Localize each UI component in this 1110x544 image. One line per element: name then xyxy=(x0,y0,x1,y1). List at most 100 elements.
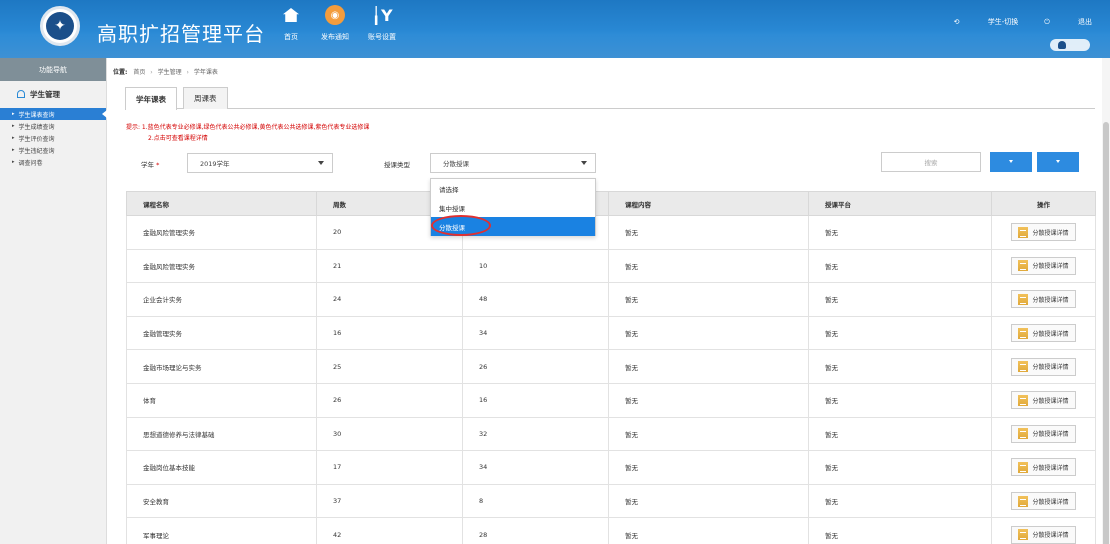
sidebar-item-survey[interactable]: 调查问卷 xyxy=(0,156,106,168)
weeks-cell: 24 xyxy=(316,282,463,317)
chevron-down-icon xyxy=(581,161,587,165)
distributed-teaching-detail-button[interactable]: 分散授课详情 xyxy=(1011,458,1076,477)
distributed-teaching-detail-button[interactable]: 分散授课详情 xyxy=(1011,290,1076,309)
tools-icon: ╽Y xyxy=(371,5,393,25)
nav-publish-label: 发布通知 xyxy=(321,33,349,41)
platform-cell: 暂无 xyxy=(808,248,992,284)
table-row: 军事理论 42 28 暂无 暂无 分散授课详情 xyxy=(126,517,1096,544)
crumb-current: 学年课表 xyxy=(193,69,218,76)
distributed-teaching-detail-button[interactable]: 分散授课详情 xyxy=(1011,525,1076,544)
sidebar-item-grades[interactable]: 学生成绩查询 xyxy=(0,120,106,132)
course-name-cell: 金融市场理论与实务 xyxy=(126,349,317,384)
table-row: 金融市场理论与实务 25 26 暂无 暂无 分散授课详情 xyxy=(126,349,1096,384)
course-name-cell: 企业会计实务 xyxy=(126,282,317,317)
page-scrollbar[interactable] xyxy=(1102,58,1110,544)
distributed-teaching-detail-button[interactable]: 分散授课详情 xyxy=(1011,256,1076,275)
distributed-teaching-detail-button[interactable]: 分散授课详情 xyxy=(1011,324,1076,343)
nav-account-settings[interactable]: ╽Y 账号设置 xyxy=(368,4,396,42)
action-cell: 分散授课详情 xyxy=(991,282,1096,317)
top-nav: 首页 ◉ 发布通知 ╽Y 账号设置 xyxy=(280,4,415,42)
app-title: 高职扩招管理平台 xyxy=(97,22,265,46)
sidebar-group-student-management[interactable]: 学生管理 xyxy=(0,81,106,108)
hours-cell: 28 xyxy=(462,517,609,544)
content-cell: 暂无 xyxy=(608,450,809,485)
tab-year-schedule[interactable]: 学年课表 xyxy=(125,87,177,110)
action-cell: 分散授课详情 xyxy=(991,349,1096,384)
document-icon xyxy=(1018,495,1029,507)
platform-cell: 暂无 xyxy=(808,315,992,351)
detail-button-label: 分散授课详情 xyxy=(1032,263,1069,271)
action-cell: 分散授课详情 xyxy=(991,416,1096,452)
col-actions: 操作 xyxy=(991,191,1096,216)
distributed-teaching-detail-button[interactable]: 分散授课详情 xyxy=(1011,391,1076,410)
document-icon xyxy=(1018,428,1029,440)
platform-cell: 暂无 xyxy=(808,215,992,250)
logout-link[interactable]: ⏻ 退出 xyxy=(1044,17,1092,27)
course-table: 课程名称 周数 课时 课程内容 授课平台 操作 金融风险管理实务20暂无暂无分散… xyxy=(126,191,1096,544)
content-cell: 暂无 xyxy=(608,483,809,519)
scrollbar-thumb[interactable] xyxy=(1103,122,1109,544)
year-label: 学年 * xyxy=(141,161,160,169)
document-icon xyxy=(1018,226,1029,238)
user-icon xyxy=(1058,41,1066,49)
crumb-student-management[interactable]: 学生管理 xyxy=(158,69,182,76)
table-row: 企业会计实务 24 48 暂无 暂无 分散授课详情 xyxy=(126,282,1096,317)
dropdown-option-please-select[interactable]: 请选择 xyxy=(431,179,595,198)
switch-role-link[interactable]: ⟲ 学生-切换 xyxy=(954,17,1019,27)
content-cell: 暂无 xyxy=(608,416,809,452)
content-cell: 暂无 xyxy=(608,349,809,384)
table-row: 金融岗位基本技能 17 34 暂无 暂无 分散授课详情 xyxy=(126,450,1096,485)
teaching-type-select[interactable]: 分散授课 xyxy=(430,153,596,173)
rss-icon: ◉ xyxy=(324,4,346,26)
action-cell: 分散授课详情 xyxy=(991,382,1096,418)
distributed-teaching-detail-button[interactable]: 分散授课详情 xyxy=(1011,357,1076,376)
detail-button-label: 分散授课详情 xyxy=(1032,431,1069,439)
content-cell: 暂无 xyxy=(608,315,809,351)
table-row: 安全教育 37 8 暂无 暂无 分散授课详情 xyxy=(126,483,1096,519)
course-name-cell: 金融风险管理实务 xyxy=(126,215,317,250)
main-content: 位置: 首页 › 学生管理 › 学年课表 学年课表 周课表 提示: 1.蓝色代表… xyxy=(107,58,1110,544)
table-row: 思想道德修养与法律基础 30 32 暂无 暂无 分散授课详情 xyxy=(126,416,1096,452)
weeks-cell: 16 xyxy=(316,315,463,351)
chevron-down-icon xyxy=(1056,160,1060,163)
table-row: 金融风险管理实务 20 暂无 暂无 分散授课详情 xyxy=(126,215,1096,250)
sidebar-item-evaluation[interactable]: 学生评价查询 xyxy=(0,132,106,144)
nav-publish-notice[interactable]: ◉ 发布通知 xyxy=(321,4,349,42)
table-row: 体育 26 16 暂无 暂无 分散授课详情 xyxy=(126,382,1096,418)
dropdown-button-2[interactable] xyxy=(1037,152,1079,172)
sidebar-item-schedule[interactable]: 学生课表查询 xyxy=(0,108,107,120)
search-input[interactable]: 搜索 xyxy=(881,152,981,172)
dropdown-button-1[interactable] xyxy=(990,152,1032,172)
year-select[interactable]: 2019学年 xyxy=(187,153,333,173)
table-row: 金融风险管理实务 21 10 暂无 暂无 分散授课详情 xyxy=(126,248,1096,284)
content-cell: 暂无 xyxy=(608,517,809,544)
hours-cell: 32 xyxy=(462,416,609,452)
crumb-home[interactable]: 首页 xyxy=(133,69,145,76)
col-course-name: 课程名称 xyxy=(126,191,317,216)
distributed-teaching-detail-button[interactable]: 分散授课详情 xyxy=(1011,492,1076,511)
content-cell: 暂无 xyxy=(608,282,809,317)
content-cell: 暂无 xyxy=(608,382,809,418)
nav-home[interactable]: 首页 xyxy=(280,4,302,42)
distributed-teaching-detail-button[interactable]: 分散授课详情 xyxy=(1011,424,1076,443)
action-cell: 分散授课详情 xyxy=(991,315,1096,351)
platform-cell: 暂无 xyxy=(808,450,992,485)
course-name-cell: 安全教育 xyxy=(126,483,317,519)
sidebar-item-discipline[interactable]: 学生违纪查询 xyxy=(0,144,106,156)
document-icon xyxy=(1018,293,1029,305)
tab-week-schedule[interactable]: 周课表 xyxy=(183,87,228,109)
detail-button-label: 分散授课详情 xyxy=(1032,464,1069,472)
distributed-teaching-detail-button[interactable]: 分散授课详情 xyxy=(1011,223,1076,242)
detail-button-label: 分散授课详情 xyxy=(1032,532,1069,540)
school-logo: ✦ xyxy=(40,6,80,46)
hours-cell: 48 xyxy=(462,282,609,317)
weeks-cell: 26 xyxy=(316,382,463,418)
nav-home-label: 首页 xyxy=(284,33,298,41)
document-icon xyxy=(1018,260,1029,272)
course-name-cell: 金融管理实务 xyxy=(126,315,317,351)
col-platform: 授课平台 xyxy=(808,191,992,216)
sidebar: 功能导航 学生管理 学生课表查询 学生成绩查询 学生评价查询 学生违纪查询 调查… xyxy=(0,58,107,544)
home-icon xyxy=(280,4,302,26)
detail-button-label: 分散授课详情 xyxy=(1032,364,1069,372)
user-avatar-pill[interactable] xyxy=(1050,39,1090,51)
